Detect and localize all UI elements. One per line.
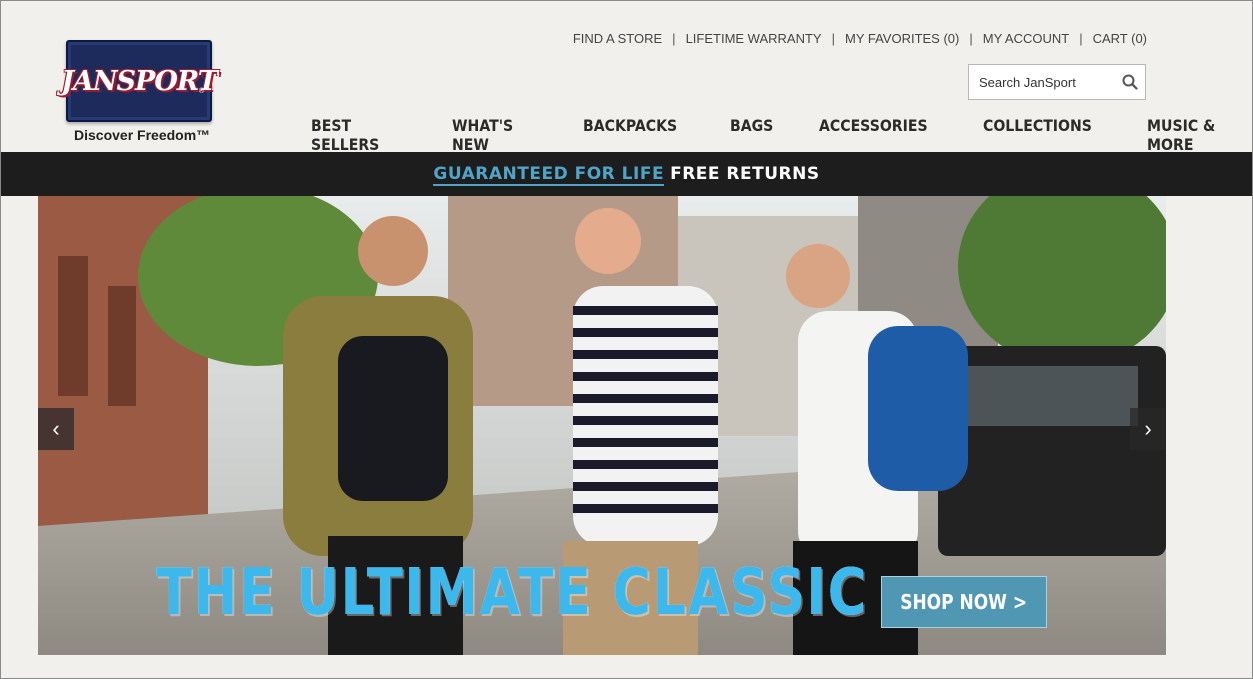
util-link-find-store[interactable]: FIND A STORE [573, 31, 662, 46]
util-separator: | [672, 31, 676, 46]
util-link-lifetime-warranty[interactable]: LIFETIME WARRANTY [686, 31, 822, 46]
carousel-prev-button[interactable]: ‹ [38, 408, 74, 450]
chevron-left-icon: ‹ [52, 416, 60, 441]
nav-item-backpacks[interactable]: BACKPACKS [583, 116, 677, 154]
chevron-right-icon: › [1144, 416, 1152, 441]
hero-banner: ‹ › THE ULTIMATE CLASSIC SHOP NOW > [38, 196, 1166, 655]
main-nav: BEST SELLERS WHAT'S NEW BACKPACKS BAGS A… [311, 116, 1253, 154]
free-returns-text: FREE RETURNS [670, 164, 820, 184]
util-link-cart[interactable]: CART (0) [1093, 31, 1147, 46]
logo-wordmark: JANSPORT [61, 65, 218, 97]
nav-item-accessories[interactable]: ACCESSORIES [819, 116, 928, 154]
registered-mark-icon: ® [198, 88, 204, 95]
promo-bar: GUARANTEED FOR LIFE FREE RETURNS [1, 152, 1252, 196]
guaranteed-for-life-link[interactable]: GUARANTEED FOR LIFE [433, 164, 665, 186]
nav-item-bags[interactable]: BAGS [730, 116, 773, 154]
nav-item-whats-new[interactable]: WHAT'S NEW [452, 116, 533, 154]
nav-item-best-sellers[interactable]: BEST SELLERS [311, 116, 400, 154]
logo-patch: JANSPORT ® [61, 40, 218, 122]
search-input[interactable] [969, 65, 1115, 99]
carousel-next-button[interactable]: › [1130, 408, 1166, 450]
shop-now-label: SHOP NOW > [900, 590, 1028, 614]
search-box [968, 64, 1146, 100]
shop-now-button[interactable]: SHOP NOW > [881, 576, 1047, 628]
utility-nav: FIND A STORE | LIFETIME WARRANTY | MY FA… [573, 31, 1147, 46]
hero-headline: THE ULTIMATE CLASSIC [156, 556, 868, 630]
util-link-my-account[interactable]: MY ACCOUNT [983, 31, 1069, 46]
nav-item-collections[interactable]: COLLECTIONS [983, 116, 1092, 154]
logo-tagline: Discover Freedom™ [74, 127, 211, 143]
util-separator: | [1079, 31, 1083, 46]
util-separator: | [831, 31, 835, 46]
jansport-logo[interactable]: JANSPORT ® Discover Freedom™ [61, 40, 218, 143]
util-link-my-favorites[interactable]: MY FAVORITES (0) [845, 31, 959, 46]
search-icon[interactable] [1115, 65, 1145, 99]
util-separator: | [969, 31, 973, 46]
nav-item-music-more[interactable]: MUSIC & MORE [1147, 116, 1241, 154]
